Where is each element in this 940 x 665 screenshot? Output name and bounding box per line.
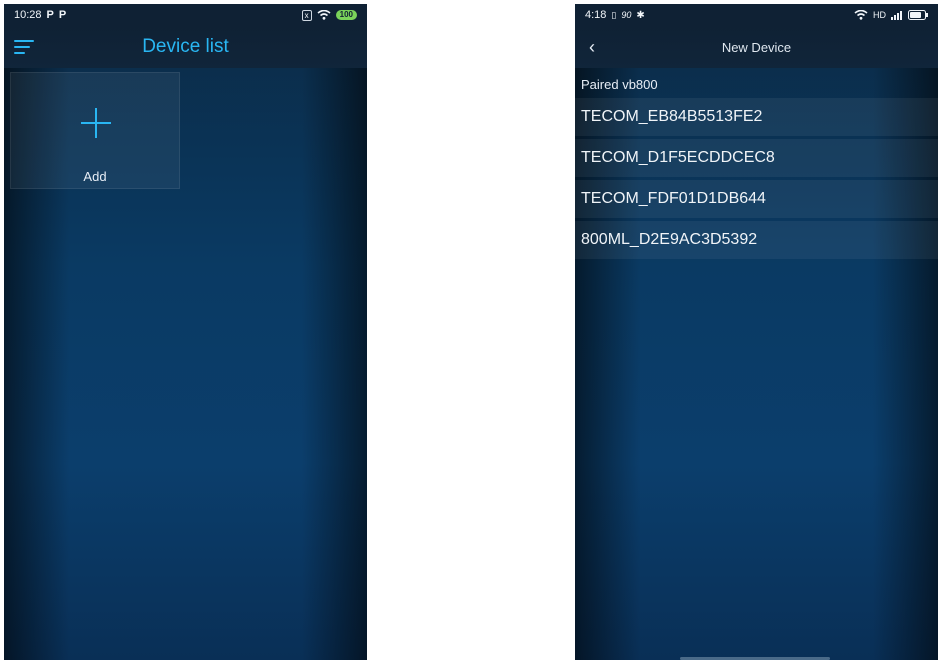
notification-icon-p2: P: [58, 9, 67, 21]
device-item[interactable]: TECOM_FDF01D1DB644: [575, 180, 938, 218]
status-bar: 10:28 P P x 100: [4, 4, 367, 26]
hd-indicator: HD: [873, 10, 886, 20]
battery-indicator: 100: [335, 10, 357, 20]
home-indicator: [680, 657, 830, 660]
plus-icon: [81, 108, 111, 138]
wifi-icon: [317, 10, 331, 20]
menu-icon[interactable]: [14, 40, 34, 54]
status-time: 10:28: [14, 9, 42, 21]
bluetooth-icon: ✱: [636, 9, 645, 21]
add-device-button[interactable]: Add: [10, 72, 180, 189]
device-item[interactable]: 800ML_D2E9AC3D5392: [575, 221, 938, 259]
add-label: Add: [83, 169, 107, 184]
device-list: TECOM_EB84B5513FE2 TECOM_D1F5ECDDCEC8 TE…: [575, 98, 938, 262]
app-bar: ‹ New Device: [575, 26, 938, 68]
sim-icon: x: [301, 9, 312, 21]
status-bar: 4:18 ▯ 90 ✱ HD: [575, 4, 938, 26]
signal-icon: [891, 11, 902, 20]
page-title: New Device: [721, 39, 792, 55]
page-title: Device list: [142, 36, 229, 57]
data-speed-text: 90: [621, 10, 632, 20]
notification-icon-p1: P: [46, 9, 54, 21]
device-item[interactable]: TECOM_EB84B5513FE2: [575, 98, 938, 136]
paired-section-label: Paired vb800: [581, 77, 658, 92]
device-item[interactable]: TECOM_D1F5ECDDCEC8: [575, 139, 938, 177]
device-list-screen: 10:28 P P x 100 Device list Add: [4, 4, 367, 660]
wifi-icon: [854, 10, 868, 20]
back-arrow-icon[interactable]: ‹: [589, 38, 605, 56]
status-time: 4:18: [585, 9, 607, 21]
new-device-screen: 4:18 ▯ 90 ✱ HD ‹ New Device Paired vb800…: [575, 4, 938, 660]
vibrate-icon: ▯: [611, 9, 617, 20]
battery-icon: [908, 10, 928, 20]
app-bar: Device list: [4, 26, 367, 68]
